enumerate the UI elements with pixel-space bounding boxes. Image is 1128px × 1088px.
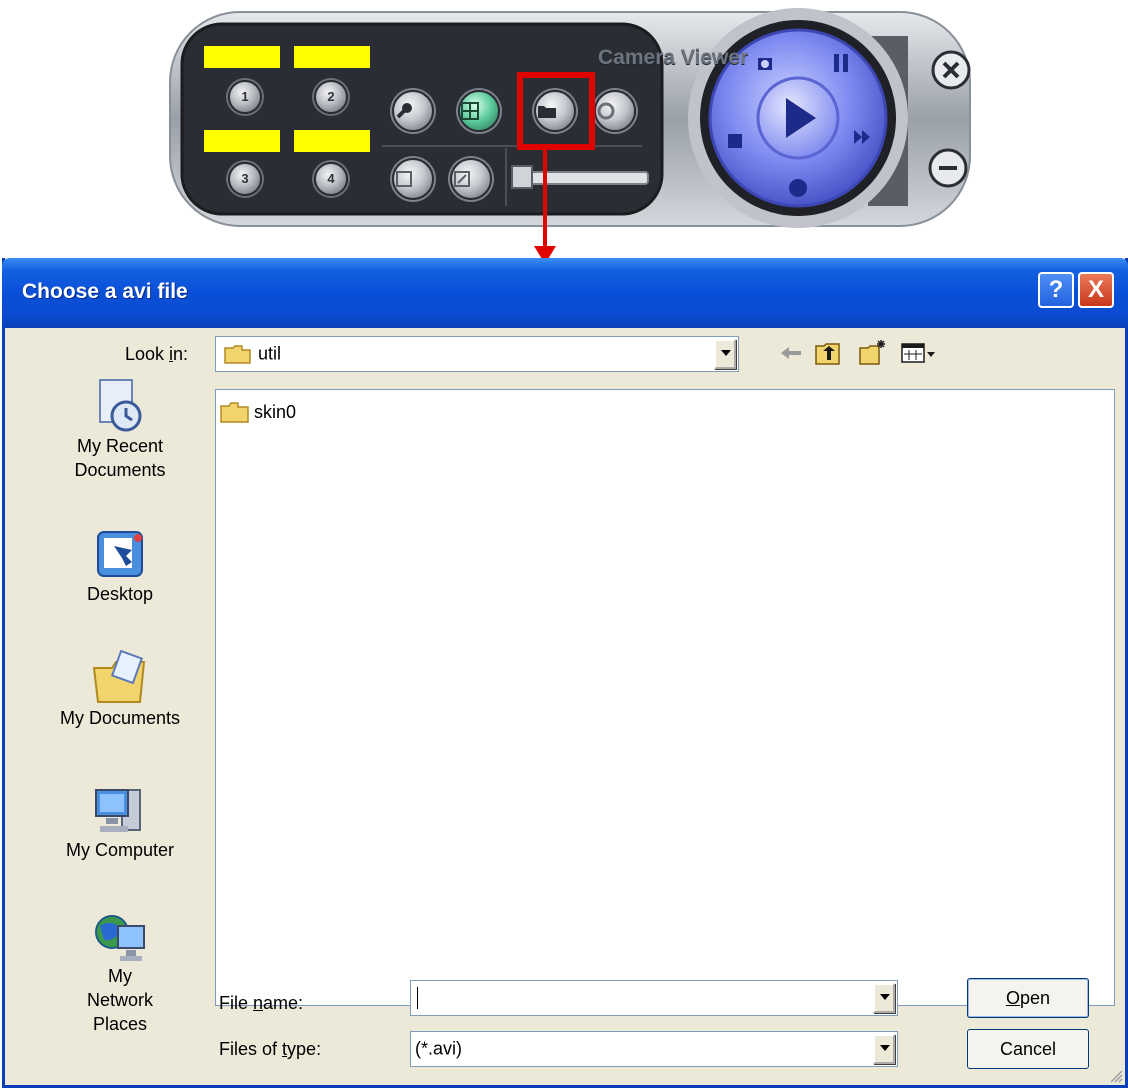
folder-icon: [220, 402, 249, 423]
place-my-documents[interactable]: My Documents: [45, 650, 195, 730]
channel-1-button[interactable]: 1: [228, 80, 262, 114]
up-folder-icon[interactable]: [813, 338, 843, 368]
refresh-icon: [597, 102, 615, 120]
channel-4-slot: [294, 130, 370, 152]
text-cursor: [417, 987, 418, 1009]
cancel-button[interactable]: Cancel: [967, 1029, 1089, 1069]
recent-documents-icon: [99, 379, 142, 432]
file-name-input[interactable]: [410, 980, 898, 1016]
new-folder-icon[interactable]: [857, 338, 887, 368]
help-button[interactable]: ?: [1038, 272, 1074, 308]
look-in-label: Look in:: [125, 344, 189, 364]
refresh-button[interactable]: [594, 90, 636, 132]
choose-file-dialog: Choose a avi file ? X Look in: util My R…: [2, 258, 1128, 1088]
pointer-arrow: [534, 150, 556, 264]
file-type-dropdown[interactable]: (*.avi): [410, 1031, 898, 1067]
channel-3-button[interactable]: 3: [228, 162, 262, 196]
folder-icon: [224, 345, 251, 364]
file-list[interactable]: skin0: [215, 389, 1115, 1006]
grid-icon: [461, 102, 479, 120]
file-name-dropdown-arrow[interactable]: [873, 983, 895, 1013]
edit-icon: [454, 171, 470, 187]
open-button-highlight: [517, 72, 595, 150]
close-button[interactable]: X: [1078, 272, 1114, 308]
dialog-title: Choose a avi file: [22, 280, 188, 303]
file-name: skin0: [254, 402, 297, 422]
network-places-icon: [95, 915, 145, 961]
file-name-label: File name:: [219, 993, 304, 1013]
desktop-icon: [97, 531, 143, 577]
camera-viewer-panel: Camera Viewer 1 2 3 4: [168, 6, 974, 236]
channel-4-button[interactable]: 4: [314, 162, 348, 196]
file-type-label: Files of type:: [219, 1039, 322, 1059]
back-arrow-icon[interactable]: [777, 338, 807, 368]
grid-view-button[interactable]: [458, 90, 500, 132]
wrench-icon: [396, 103, 412, 119]
channel-3-slot: [204, 130, 280, 152]
my-documents-icon: [92, 650, 146, 703]
snapshot-icon: [396, 171, 412, 187]
snapshot-button[interactable]: [392, 158, 434, 200]
view-menu-icon[interactable]: [899, 338, 939, 368]
resize-grip-icon[interactable]: [1109, 1069, 1123, 1083]
place-network[interactable]: My Network Places: [45, 908, 195, 1036]
my-computer-icon: [95, 789, 141, 832]
channel-2-button[interactable]: 2: [314, 80, 348, 114]
record-settings-button[interactable]: [450, 158, 492, 200]
file-type-value: (*.avi): [415, 1038, 463, 1059]
file-type-dropdown-arrow[interactable]: [873, 1034, 895, 1064]
look-in-dropdown-arrow[interactable]: [714, 339, 736, 369]
settings-button[interactable]: [392, 90, 434, 132]
camera-viewer-title: Camera Viewer: [598, 46, 749, 69]
open-button[interactable]: Open: [967, 978, 1089, 1018]
dialog-titlebar[interactable]: Choose a avi file ? X: [2, 258, 1128, 328]
place-my-computer[interactable]: My Computer: [45, 782, 195, 862]
channel-1-slot: [204, 46, 280, 68]
place-recent-documents[interactable]: My Recent Documents: [45, 378, 195, 482]
place-desktop[interactable]: Desktop: [45, 526, 195, 606]
look-in-value: util: [258, 343, 282, 364]
look-in-dropdown[interactable]: util: [215, 336, 739, 372]
channel-2-slot: [294, 46, 370, 68]
